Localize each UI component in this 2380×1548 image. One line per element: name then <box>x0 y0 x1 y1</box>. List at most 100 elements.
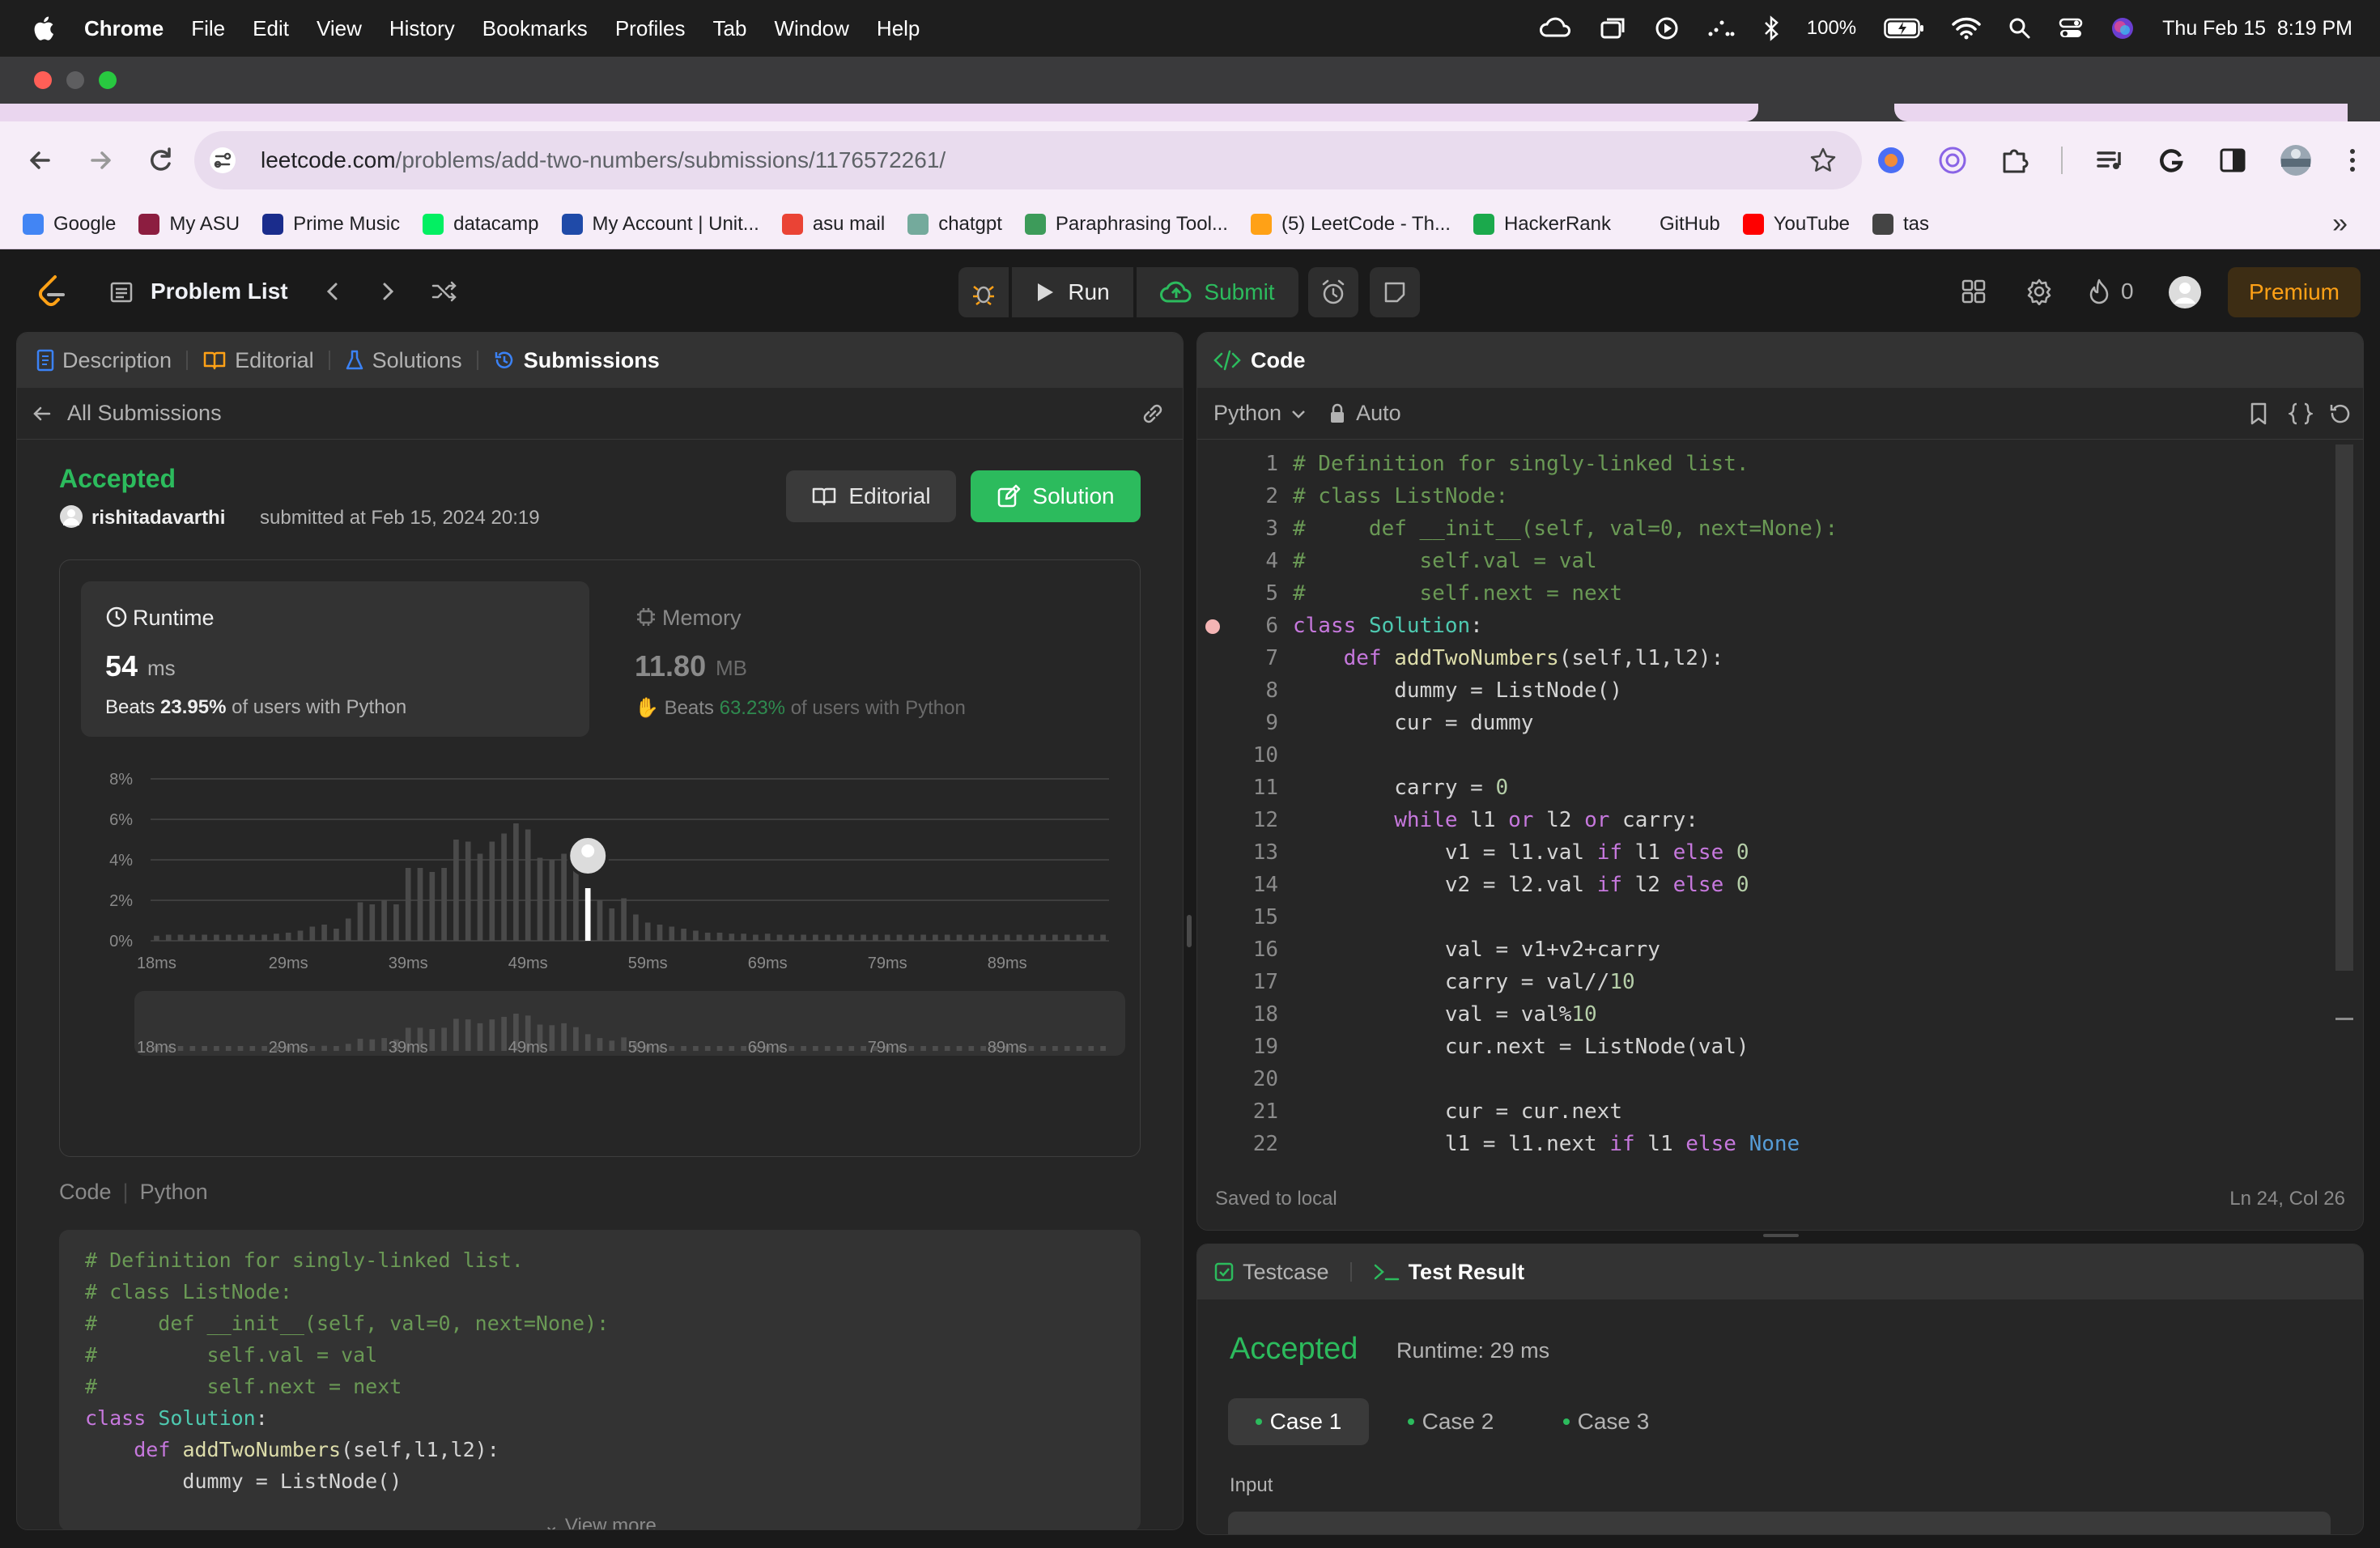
menu-edit[interactable]: Edit <box>253 16 289 41</box>
bluetooth-icon[interactable] <box>1763 15 1779 41</box>
chrome-menu-icon[interactable] <box>2344 146 2361 175</box>
creative-cloud-icon[interactable] <box>1539 16 1572 40</box>
active-tab[interactable] <box>0 104 1758 121</box>
case-3-tab[interactable]: Case 3 <box>1536 1398 1677 1445</box>
bookmark-star-icon[interactable] <box>1808 146 1838 175</box>
wifi-icon[interactable] <box>1952 17 1981 40</box>
solution-button[interactable]: Solution <box>971 470 1141 522</box>
case-2-tab[interactable]: Case 2 <box>1380 1398 1521 1445</box>
spotlight-search-icon[interactable] <box>2008 17 2031 40</box>
bookmark-icon[interactable] <box>2248 402 2269 426</box>
inactive-tab[interactable] <box>1894 104 2348 121</box>
bookmark-item[interactable]: GitHub <box>1660 213 1720 236</box>
editor-split-handle[interactable] <box>1763 1234 1799 1237</box>
code-line[interactable]: l1 = l1.next if l1 else None <box>1293 1128 1838 1160</box>
extension-color-icon[interactable] <box>1876 146 1906 175</box>
window-switch-icon[interactable] <box>1600 16 1627 40</box>
view-more-button[interactable]: ⌄ View more <box>59 1514 1141 1529</box>
code-line[interactable]: carry = 0 <box>1293 772 1838 804</box>
grammarly-g-icon[interactable] <box>2157 146 2186 175</box>
language-select[interactable]: Python <box>1213 401 1281 426</box>
maximize-window-button[interactable] <box>99 71 117 89</box>
autocomplete-mode[interactable]: Auto <box>1356 401 1401 426</box>
code-line[interactable]: # def __init__(self, val=0, next=None): <box>1293 512 1838 545</box>
media-control-icon[interactable] <box>2095 146 2124 175</box>
code-line[interactable] <box>1293 901 1838 933</box>
code-line[interactable] <box>1293 1063 1838 1095</box>
back-arrow-icon[interactable] <box>30 402 54 426</box>
editor-body[interactable]: 1 2 3 4 5 6 7 8 9 10 11 12 13 14 15 16 17 18 19 20 21 22 # De… <box>1197 441 2363 1162</box>
battery-icon[interactable] <box>1884 18 1924 39</box>
siri-icon[interactable] <box>2110 16 2135 40</box>
tab-submissions[interactable]: Submissions <box>478 348 674 373</box>
menu-bookmarks[interactable]: Bookmarks <box>482 16 588 41</box>
memory-card[interactable]: Memory 11.80 MB ✋ Beats 63.23% of users … <box>610 581 1119 737</box>
menu-help[interactable]: Help <box>877 16 920 41</box>
editorial-button[interactable]: Editorial <box>786 470 956 522</box>
prev-problem-icon[interactable] <box>321 279 345 304</box>
reload-icon[interactable] <box>144 144 176 176</box>
address-bar[interactable]: leetcode.com/problems/add-two-numbers/su… <box>194 131 1862 189</box>
editor-scrollbar[interactable] <box>2335 444 2353 971</box>
control-center-icon[interactable] <box>2059 17 2083 40</box>
code-line[interactable]: while l1 or l2 or carry: <box>1293 804 1838 836</box>
menu-file[interactable]: File <box>191 16 225 41</box>
timer-button[interactable] <box>1308 267 1358 317</box>
menubar-datetime[interactable]: Thu Feb 15 8:19 PM <box>2162 17 2352 40</box>
code-line[interactable]: val = v1+v2+carry <box>1293 933 1838 966</box>
code-line[interactable]: # self.next = next <box>1293 577 1838 610</box>
share-link-icon[interactable] <box>1139 400 1167 427</box>
format-braces-icon[interactable] <box>2289 402 2313 426</box>
debug-button[interactable] <box>958 267 1009 317</box>
code-line[interactable]: # Definition for singly-linked list. <box>1293 448 1838 480</box>
run-button[interactable]: Run <box>1012 267 1133 317</box>
site-settings-icon[interactable] <box>209 147 236 174</box>
bookmark-item[interactable]: Google <box>23 213 116 236</box>
code-line[interactable]: cur = dummy <box>1293 707 1838 739</box>
extensions-puzzle-icon[interactable] <box>2000 146 2029 175</box>
extension-spiral-icon[interactable] <box>1938 146 1967 175</box>
back-icon[interactable] <box>24 144 57 176</box>
bookmark-item[interactable]: (5) LeetCode - Th... <box>1250 213 1451 236</box>
problem-list-link[interactable]: Problem List <box>151 279 288 304</box>
bookmark-item[interactable]: asu mail <box>781 213 885 236</box>
code-line[interactable]: cur.next = ListNode(val) <box>1293 1031 1838 1063</box>
code-line[interactable]: class Solution: <box>1293 610 1838 642</box>
code-line[interactable]: def addTwoNumbers(self,l1,l2): <box>1293 642 1838 674</box>
layout-icon[interactable] <box>1961 279 1987 304</box>
tab-test-result[interactable]: Test Result <box>1358 1260 1540 1285</box>
streak-flame-icon[interactable] <box>2087 278 2111 305</box>
settings-gear-icon[interactable] <box>2025 278 2053 305</box>
leetcode-logo-icon[interactable] <box>36 274 68 309</box>
code-line[interactable]: v1 = l1.val if l1 else 0 <box>1293 836 1838 869</box>
chevron-down-icon[interactable] <box>1290 405 1307 423</box>
reset-code-icon[interactable] <box>2327 402 2352 426</box>
more-bookmarks-icon[interactable]: » <box>2332 208 2348 240</box>
code-line[interactable]: dummy = ListNode() <box>1293 674 1838 707</box>
bookmark-item[interactable]: My Account | Unit... <box>561 213 759 236</box>
tab-editorial[interactable]: Editorial <box>188 348 329 373</box>
forward-icon[interactable] <box>84 144 117 176</box>
bookmark-item[interactable]: chatgpt <box>907 213 1002 236</box>
shuffle-icon[interactable] <box>431 279 458 304</box>
code-line[interactable]: # class ListNode: <box>1293 480 1838 512</box>
code-line[interactable]: cur = cur.next <box>1293 1095 1838 1128</box>
tab-testcase[interactable]: Testcase <box>1213 1260 1344 1285</box>
problem-list-icon[interactable] <box>108 279 134 304</box>
activity-icon[interactable] <box>1706 16 1736 40</box>
tab-description[interactable]: Description <box>17 348 186 373</box>
all-submissions-link[interactable]: All Submissions <box>67 401 222 426</box>
apple-icon[interactable] <box>31 15 55 42</box>
panel-resize-handle[interactable] <box>1187 915 1192 947</box>
bookmark-item[interactable]: YouTube <box>1742 213 1850 236</box>
next-problem-icon[interactable] <box>376 279 400 304</box>
premium-button[interactable]: Premium <box>2228 267 2361 317</box>
minimize-window-button[interactable] <box>66 71 84 89</box>
code-line[interactable] <box>1293 739 1838 772</box>
submit-button[interactable]: Submit <box>1137 267 1298 317</box>
breakpoint-dot[interactable] <box>1205 619 1220 634</box>
tab-solutions[interactable]: Solutions <box>330 348 477 373</box>
code-line[interactable]: carry = val//10 <box>1293 966 1838 998</box>
bookmark-item[interactable]: My ASU <box>138 213 240 236</box>
close-window-button[interactable] <box>34 71 52 89</box>
